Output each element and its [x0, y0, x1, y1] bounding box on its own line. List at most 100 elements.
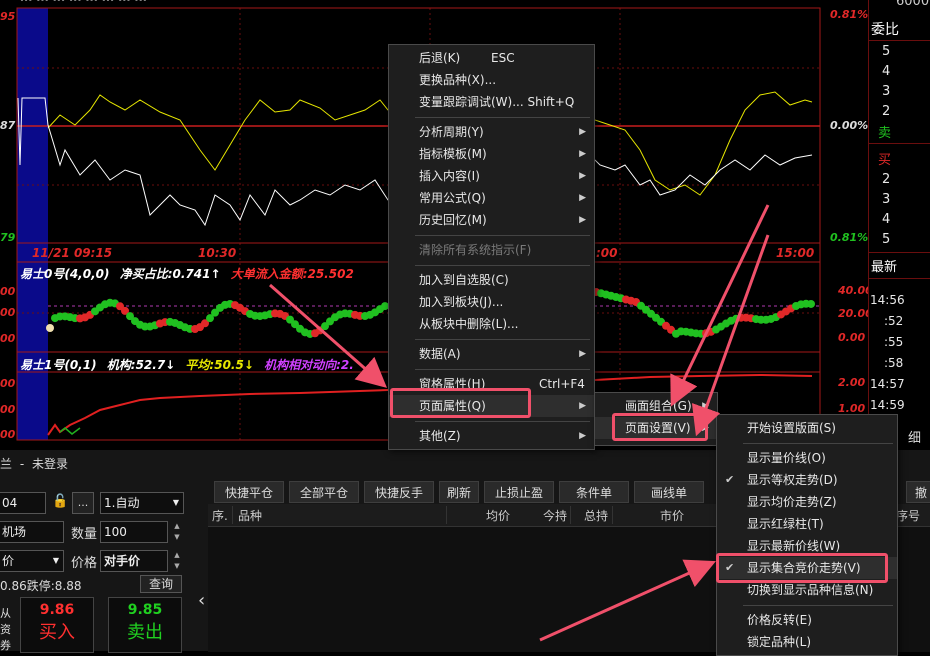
main-y-left-bot: 79 [0, 231, 16, 244]
stop-loss-button[interactable]: 止损止盈 [484, 481, 554, 503]
menu-other[interactable]: 其他(Z) ▶ [389, 425, 594, 447]
menu-lock-symbol[interactable]: 锁定品种(L) [717, 631, 897, 653]
indicator1-value2: 平均:50.5↓ [185, 358, 254, 372]
menu-insert-content[interactable]: 插入内容(I) ▶ [389, 165, 594, 187]
qty-input[interactable]: 100 [100, 521, 168, 543]
menu-show-avg-price[interactable]: 显示均价走势(Z) [717, 491, 897, 513]
col-avg-price[interactable]: 均价 [486, 507, 510, 524]
sell-button[interactable]: 9.85 卖出 [108, 597, 182, 653]
tick-time-4: :58 [884, 356, 904, 370]
indicator1-value1: 机构:52.7↓ [106, 358, 176, 372]
sell-label: 卖出 [127, 622, 163, 643]
collapse-arrow-icon[interactable]: ‹ [198, 590, 205, 611]
menu-history-recall[interactable]: 历史回忆(M) ▶ [389, 209, 594, 231]
col-index[interactable]: 序. [212, 507, 228, 524]
ind0-y-left-1: 00 [0, 285, 16, 298]
menu-show-volume-price-line[interactable]: 显示量价线(O) [717, 447, 897, 469]
detail-tab[interactable]: 细 [908, 427, 921, 446]
ind1-y-left-1: 00 [0, 377, 16, 390]
quick-close-button[interactable]: 快捷平仓 [214, 481, 284, 503]
menu-back-shortcut: ESC [491, 51, 515, 65]
tick-time-5: 14:57 [870, 377, 905, 391]
indicator1-name: 易士1号(0,1) [20, 358, 97, 372]
main-y-right-top: 0.81% [830, 8, 869, 21]
chevron-right-icon: ▶ [579, 349, 586, 359]
menu-back[interactable]: 后退(K) ESC [389, 47, 594, 69]
menu-add-sector[interactable]: 加入到板块(J)... [389, 291, 594, 313]
chevron-right-icon: ▶ [579, 401, 586, 411]
time-label-00: :00 [596, 246, 618, 260]
qty-label: 数量 [71, 527, 98, 542]
price-label: 价格 [71, 556, 98, 571]
more-button[interactable]: ... [72, 492, 94, 514]
menu-remove-sector[interactable]: 从板块中删除(L)... [389, 313, 594, 335]
refresh-button[interactable]: 刷新 [439, 481, 479, 503]
account-field[interactable]: 04 [0, 492, 46, 514]
buy-button[interactable]: 9.86 买入 [20, 597, 94, 653]
menu-data-label: 数据(A) [419, 347, 461, 361]
menu-price-reverse[interactable]: 价格反转(E) [717, 609, 897, 631]
menu-data[interactable]: 数据(A) ▶ [389, 343, 594, 365]
menu-change-symbol[interactable]: 更换品种(X)... [389, 69, 594, 91]
price-type-select[interactable]: 价 ▼ [0, 550, 64, 572]
menu-indicator-template[interactable]: 指标模板(M) ▶ [389, 143, 594, 165]
menu-common-formula-label: 常用公式(Q) [419, 191, 486, 205]
mode-select[interactable]: 1.自动 ▼ [100, 492, 184, 514]
highlight-page-properties [390, 388, 531, 418]
col-symbol[interactable]: 品种 [238, 507, 262, 524]
symbol-field[interactable]: 机场 [0, 521, 64, 543]
query-button[interactable]: 查询 [140, 575, 182, 593]
qty-stepper[interactable]: ▲ ▼ [170, 521, 184, 543]
price-stepper[interactable]: ▲ ▼ [170, 550, 184, 572]
highlight-auction-trend [716, 553, 888, 583]
login-status[interactable]: 未登录 [32, 457, 68, 471]
chevron-right-icon: ▶ [579, 127, 586, 137]
highlight-page-settings [612, 413, 708, 441]
buy-price: 9.86 [39, 602, 75, 618]
menu-start-layout[interactable]: 开始设置版面(S) [717, 417, 897, 439]
tick-time-3: :55 [884, 335, 904, 349]
ind1-y-left-3: 00 [0, 428, 16, 441]
time-label-1500: 15:00 [776, 246, 815, 260]
buy-label: 买 [878, 153, 892, 168]
menu-show-red-green-bars[interactable]: 显示红绿柱(T) [717, 513, 897, 535]
col-total-hold[interactable]: 总持 [584, 507, 608, 524]
close-all-button[interactable]: 全部平仓 [289, 481, 359, 503]
main-y-right-bot: 0.81% [830, 231, 869, 244]
menu-common-formula[interactable]: 常用公式(Q) ▶ [389, 187, 594, 209]
menu-variable-debug[interactable]: 变量跟踪调试(W)... Shift+Q [389, 91, 594, 113]
side-top-value: 6000 [896, 0, 930, 9]
conditional-order-button[interactable]: 条件单 [559, 481, 629, 503]
menu-period[interactable]: 分析周期(Y) ▶ [389, 121, 594, 143]
price-input[interactable]: 对手价 [100, 550, 168, 572]
chevron-right-icon: ▶ [579, 193, 586, 203]
indicator0-header: 易士0号(4,0,0) 净买占比:0.741↑ 大单流入金额:25.502 [20, 265, 354, 282]
menu-clear-indicators[interactable]: 清除所有系统指示(F) [389, 239, 594, 261]
menu-show-equal-weight[interactable]: ✔ 显示等权走势(D) [717, 469, 897, 491]
quick-reverse-button[interactable]: 快捷反手 [364, 481, 434, 503]
line-order-button[interactable]: 画线单 [634, 481, 704, 503]
col-today-hold[interactable]: 今持 [543, 507, 567, 524]
buy-level-2: 2 [882, 172, 891, 187]
menu-add-watchlist[interactable]: 加入到自选股(C) [389, 269, 594, 291]
mode-select-value: 1.自动 [104, 496, 140, 510]
left-fragment-1: 从 [0, 607, 11, 620]
limit-text: 0.86跌停:8.88 [0, 579, 82, 593]
ind0-y-right-3: 0.00 [838, 331, 866, 344]
ind0-y-left-3: 00 [0, 332, 16, 345]
buy-label: 买入 [39, 622, 75, 643]
lock-icon[interactable]: 🔓 [52, 494, 68, 512]
buy-level-3: 3 [882, 192, 891, 207]
sell-label: 卖 [878, 126, 892, 141]
main-y-left-top: 95 [0, 10, 16, 23]
col-seq[interactable]: 序号 [896, 507, 920, 524]
col-market-price[interactable]: 市价 [660, 507, 684, 524]
menu-insert-content-label: 插入内容(I) [419, 169, 480, 183]
cancel-button[interactable]: 撤 [906, 481, 930, 503]
menu-history-recall-label: 历史回忆(M) [419, 213, 487, 227]
menu-other-label: 其他(Z) [419, 429, 461, 443]
buy-level-5: 5 [882, 232, 891, 247]
indicator0-dot [807, 299, 815, 308]
menu-show-equal-weight-label: 显示等权走势(D) [747, 473, 838, 487]
time-label-start: 11/21 09:15 [32, 246, 113, 260]
